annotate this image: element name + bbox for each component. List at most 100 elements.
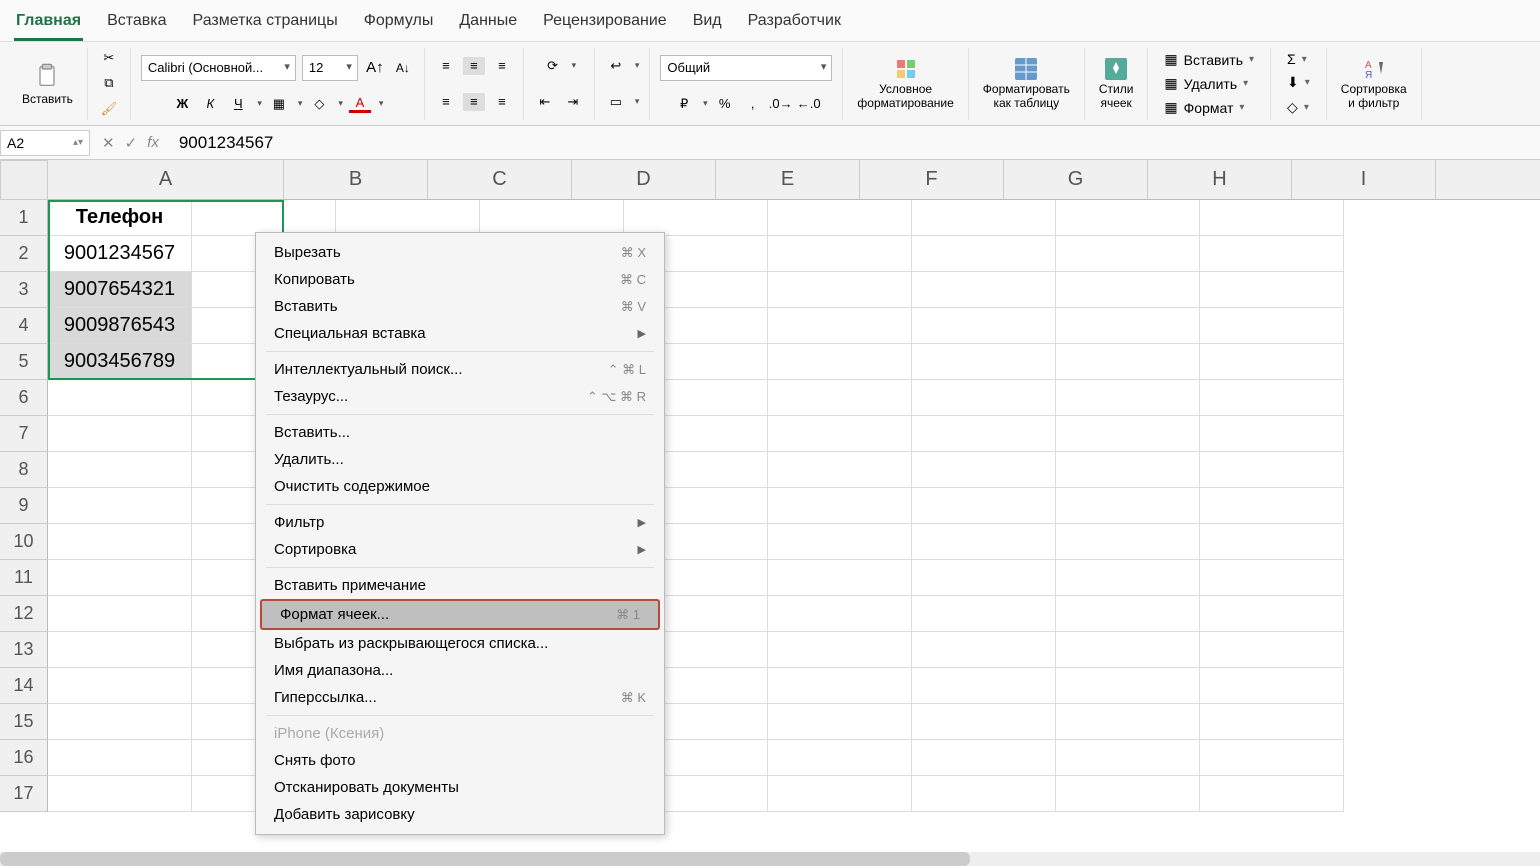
cell-I12[interactable] — [1200, 596, 1344, 632]
cell-F13[interactable] — [768, 632, 912, 668]
ctx-delete[interactable]: Удалить... — [256, 446, 664, 473]
insert-cells-button[interactable]: ▦Вставить▾ — [1158, 48, 1260, 71]
cell-A14[interactable] — [48, 668, 192, 704]
ctx-range-name[interactable]: Имя диапазона... — [256, 657, 664, 684]
ctx-smart-lookup[interactable]: Интеллектуальный поиск...⌃ ⌘ L — [256, 356, 664, 383]
cut-icon[interactable]: ✂︎ — [98, 49, 120, 67]
ctx-comment[interactable]: Вставить примечание — [256, 572, 664, 599]
italic-button[interactable]: К — [199, 95, 221, 113]
col-header-E[interactable]: E — [716, 160, 860, 199]
tab-1[interactable]: Вставка — [105, 8, 168, 41]
cell-I7[interactable] — [1200, 416, 1344, 452]
cell-G16[interactable] — [912, 740, 1056, 776]
ctx-add-sketch[interactable]: Добавить зарисовку — [256, 801, 664, 828]
ctx-hyperlink[interactable]: Гиперссылка...⌘ K — [256, 684, 664, 711]
cell-G8[interactable] — [912, 452, 1056, 488]
cell-A6[interactable] — [48, 380, 192, 416]
cell-G2[interactable] — [912, 236, 1056, 272]
align-middle-icon[interactable]: ≡ — [463, 57, 485, 75]
row-header-3[interactable]: 3 — [0, 272, 48, 308]
cell-F3[interactable] — [768, 272, 912, 308]
font-color-icon[interactable]: A — [349, 95, 371, 113]
row-header-14[interactable]: 14 — [0, 668, 48, 704]
cell-F17[interactable] — [768, 776, 912, 812]
align-center-icon[interactable]: ≡ — [463, 93, 485, 111]
cell-I1[interactable] — [1200, 200, 1344, 236]
cell-G9[interactable] — [912, 488, 1056, 524]
fx-icon[interactable]: fx — [147, 134, 159, 152]
bold-button[interactable]: Ж — [171, 95, 193, 113]
cell-H4[interactable] — [1056, 308, 1200, 344]
fill-button[interactable]: ⬇▾ — [1281, 71, 1316, 94]
cell-F15[interactable] — [768, 704, 912, 740]
row-header-9[interactable]: 9 — [0, 488, 48, 524]
format-painter-icon[interactable]: 🖌 — [98, 100, 120, 118]
tab-5[interactable]: Рецензирование — [541, 8, 669, 41]
cell-G12[interactable] — [912, 596, 1056, 632]
wrap-text-icon[interactable]: ↩ — [605, 57, 627, 75]
border-icon[interactable]: ▦ — [268, 95, 290, 113]
cell-A8[interactable] — [48, 452, 192, 488]
copy-icon[interactable]: ⧉ — [98, 74, 120, 92]
format-cells-button[interactable]: ▦Формат▾ — [1158, 96, 1250, 119]
col-header-H[interactable]: H — [1148, 160, 1292, 199]
align-top-icon[interactable]: ≡ — [435, 57, 457, 75]
paste-button[interactable]: Вставить — [18, 60, 77, 108]
cell-A11[interactable] — [48, 560, 192, 596]
increase-decimal-icon[interactable]: .0→ — [770, 95, 792, 113]
cell-H7[interactable] — [1056, 416, 1200, 452]
cell-D1[interactable] — [480, 200, 624, 236]
row-header-1[interactable]: 1 — [0, 200, 48, 236]
fill-color-icon[interactable]: ◇ — [308, 95, 330, 113]
cell-I17[interactable] — [1200, 776, 1344, 812]
cell-I9[interactable] — [1200, 488, 1344, 524]
cell-A15[interactable] — [48, 704, 192, 740]
cell-G6[interactable] — [912, 380, 1056, 416]
cell-F11[interactable] — [768, 560, 912, 596]
row-header-10[interactable]: 10 — [0, 524, 48, 560]
row-header-5[interactable]: 5 — [0, 344, 48, 380]
row-header-7[interactable]: 7 — [0, 416, 48, 452]
cell-I6[interactable] — [1200, 380, 1344, 416]
cell-H13[interactable] — [1056, 632, 1200, 668]
align-bottom-icon[interactable]: ≡ — [491, 57, 513, 75]
align-left-icon[interactable]: ≡ — [435, 93, 457, 111]
cell-A1[interactable]: Телефон — [48, 200, 192, 236]
percent-icon[interactable]: % — [714, 95, 736, 113]
name-box[interactable]: A2▴▾ — [0, 130, 90, 156]
cell-A4[interactable]: 9009876543 — [48, 308, 192, 344]
cell-E1[interactable] — [624, 200, 768, 236]
currency-icon[interactable]: ₽ — [673, 95, 695, 113]
ctx-filter[interactable]: Фильтр▶ — [256, 509, 664, 536]
cell-I11[interactable] — [1200, 560, 1344, 596]
cell-G10[interactable] — [912, 524, 1056, 560]
format-as-table-button[interactable]: Форматировать как таблицу — [979, 56, 1074, 112]
cell-H9[interactable] — [1056, 488, 1200, 524]
tab-0[interactable]: Главная — [14, 8, 83, 41]
cell-G15[interactable] — [912, 704, 1056, 740]
cell-G13[interactable] — [912, 632, 1056, 668]
col-header-A[interactable]: A — [48, 160, 284, 199]
cell-G5[interactable] — [912, 344, 1056, 380]
col-header-F[interactable]: F — [860, 160, 1004, 199]
formula-input[interactable] — [171, 129, 1540, 157]
font-size-select[interactable] — [302, 55, 358, 81]
row-header-13[interactable]: 13 — [0, 632, 48, 668]
row-header-11[interactable]: 11 — [0, 560, 48, 596]
cell-A12[interactable] — [48, 596, 192, 632]
row-header-16[interactable]: 16 — [0, 740, 48, 776]
cell-H2[interactable] — [1056, 236, 1200, 272]
row-header-15[interactable]: 15 — [0, 704, 48, 740]
tab-3[interactable]: Формулы — [362, 8, 436, 41]
ctx-thesaurus[interactable]: Тезаурус...⌃ ⌥ ⌘ R — [256, 383, 664, 410]
cell-F7[interactable] — [768, 416, 912, 452]
cell-H15[interactable] — [1056, 704, 1200, 740]
decrease-decimal-icon[interactable]: ←.0 — [798, 95, 820, 113]
ctx-paste[interactable]: Вставить⌘ V — [256, 293, 664, 320]
cell-I5[interactable] — [1200, 344, 1344, 380]
ctx-paste-special[interactable]: Специальная вставка▶ — [256, 320, 664, 347]
cell-H11[interactable] — [1056, 560, 1200, 596]
cell-H12[interactable] — [1056, 596, 1200, 632]
indent-dec-icon[interactable]: ⇤ — [534, 93, 556, 111]
cell-F1[interactable] — [768, 200, 912, 236]
